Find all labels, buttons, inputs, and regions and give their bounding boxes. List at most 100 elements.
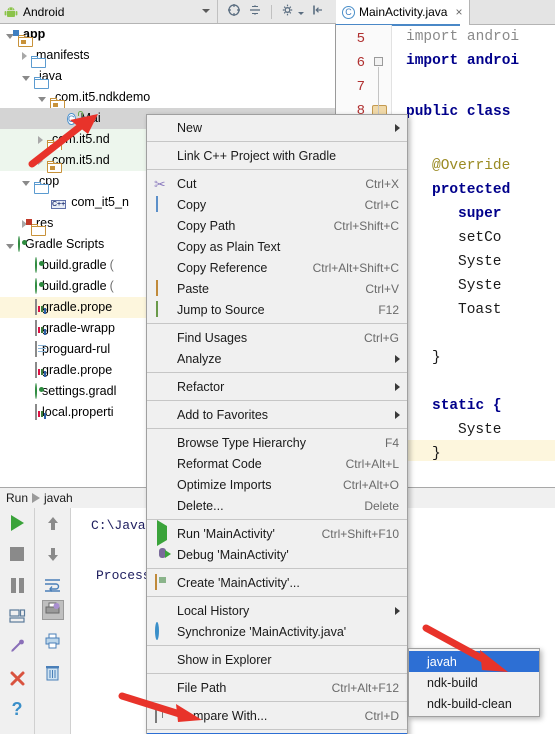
tree-twisty-open-icon[interactable] — [22, 75, 30, 81]
menu-separator — [147, 372, 407, 373]
run-left-toolbar: ? — [0, 508, 35, 734]
pause-icon[interactable] — [6, 575, 28, 595]
menu-item[interactable]: File Path Ctrl+Alt+F12 — [147, 677, 407, 698]
java-class-icon: C — [342, 5, 355, 19]
chevron-down-icon[interactable] — [202, 9, 210, 13]
menu-item-label: Copy — [177, 197, 207, 212]
menu-item[interactable]: Link C++ Project with Gradle — [147, 145, 407, 166]
menu-item[interactable]: Copy as Plain Text — [147, 236, 407, 257]
menu-item-shortcut: Delete — [364, 498, 399, 513]
tree-item-icon: C — [67, 108, 85, 129]
tree-item-label: com_it5_n — [71, 195, 129, 209]
menu-item[interactable]: Find Usages Ctrl+G — [147, 327, 407, 348]
tree-twisty-open-icon[interactable] — [22, 180, 30, 186]
print-icon[interactable] — [41, 600, 64, 620]
menu-item[interactable]: Copy Path Ctrl+Shift+C — [147, 215, 407, 236]
tree-twisty-closed-icon[interactable] — [38, 156, 43, 165]
wrap-text-icon[interactable] — [6, 606, 28, 626]
tree-item[interactable]: com.it5.ndkdemo — [0, 87, 335, 110]
submenu-item[interactable]: ndk-build-clean — [409, 693, 539, 714]
run-icon[interactable] — [6, 513, 28, 533]
menu-item[interactable]: Paste Ctrl+V — [147, 278, 407, 299]
menu-item[interactable]: Local History — [147, 600, 407, 621]
sync-icon — [154, 622, 170, 640]
scroll-down-icon[interactable] — [42, 544, 64, 564]
menu-item-shortcut: Ctrl+Alt+L — [345, 456, 399, 471]
menu-item[interactable]: Jump to Source F12 — [147, 299, 407, 320]
tree-item-label: Gradle Scripts — [25, 237, 105, 251]
project-toolbar: Android — [0, 0, 336, 24]
project-view-selector[interactable]: Android — [0, 0, 218, 23]
run-config-icon — [32, 493, 41, 503]
menu-item[interactable]: Copy Ctrl+C — [147, 194, 407, 215]
menu-item[interactable]: Synchronize 'MainActivity.java' — [147, 621, 407, 642]
tree-item-suffix: ( — [109, 279, 114, 293]
trash-icon[interactable] — [42, 662, 64, 682]
menu-item[interactable]: Refactor — [147, 376, 407, 397]
fold-marker-icon[interactable] — [374, 57, 383, 66]
code-line: setCo — [458, 230, 502, 246]
tab-mainactivity-java[interactable]: C MainActivity.java × — [336, 0, 470, 25]
tree-twisty-closed-icon[interactable] — [38, 135, 43, 144]
tree-item-icon — [35, 255, 37, 276]
code-line: } — [432, 350, 441, 366]
menu-item[interactable]: Create 'MainActivity'... — [147, 572, 407, 593]
line-number: 5 — [356, 31, 365, 47]
target-icon[interactable] — [227, 3, 241, 20]
paste-icon — [154, 280, 170, 297]
tree-item[interactable]: manifests — [0, 45, 335, 68]
tree-twisty-open-icon[interactable] — [38, 96, 46, 102]
menu-item-label: File Path — [177, 680, 227, 695]
submenu-item[interactable]: javah — [409, 651, 539, 672]
menu-separator — [147, 400, 407, 401]
tree-twisty-closed-icon[interactable] — [22, 51, 27, 60]
scroll-up-icon[interactable] — [42, 513, 64, 533]
soft-wrap-icon[interactable] — [42, 575, 64, 595]
menu-item[interactable]: Optimize Imports Ctrl+Alt+O — [147, 474, 407, 495]
tree-item-label: local.properti — [42, 405, 114, 419]
tree-item-icon — [35, 276, 37, 297]
run-second-toolbar — [35, 508, 71, 734]
gear-icon[interactable] — [281, 3, 305, 20]
menu-item[interactable]: Delete... Delete — [147, 495, 407, 516]
menu-item[interactable]: Debug 'MainActivity' — [147, 544, 407, 565]
tree-twisty-open-icon[interactable] — [6, 243, 14, 249]
submenu-item[interactable]: ndk-build — [409, 672, 539, 693]
menu-item-label: Analyze — [177, 351, 222, 366]
external-tools-submenu[interactable]: javah ndk-build ndk-build-clean — [408, 648, 540, 717]
menu-item[interactable]: Reformat Code Ctrl+Alt+L — [147, 453, 407, 474]
tree-item-icon — [35, 318, 37, 339]
tree-item-icon — [35, 402, 37, 423]
menu-item[interactable]: Compare With... Ctrl+D — [147, 705, 407, 726]
tree-item-label: settings.gradl — [42, 384, 117, 398]
menu-item[interactable]: Analyze — [147, 348, 407, 369]
collapse-all-icon[interactable] — [248, 3, 262, 20]
help-icon[interactable]: ? — [6, 699, 28, 719]
menu-item[interactable]: Browse Type Hierarchy F4 — [147, 432, 407, 453]
submenu-arrow-icon — [395, 607, 400, 615]
close-icon[interactable]: × — [455, 5, 462, 19]
menu-item[interactable]: Add to Favorites — [147, 404, 407, 425]
tree-item[interactable]: app — [0, 24, 335, 47]
tree-item-icon: C++ — [51, 192, 67, 213]
menu-item[interactable]: Show in Explorer — [147, 649, 407, 670]
text-file-icon — [35, 341, 37, 357]
menu-separator — [147, 701, 407, 702]
close-icon[interactable] — [6, 668, 28, 688]
menu-item[interactable]: Run 'MainActivity' Ctrl+Shift+F10 — [147, 520, 407, 546]
stop-icon[interactable] — [6, 544, 28, 564]
hide-panel-icon[interactable] — [311, 3, 325, 20]
menu-item[interactable]: New — [147, 117, 407, 138]
menu-separator — [147, 169, 407, 170]
menu-item[interactable]: Copy Reference Ctrl+Alt+Shift+C — [147, 257, 407, 278]
submenu-item-label: javah — [427, 654, 457, 669]
properties-file-icon — [35, 320, 37, 336]
code-viewport[interactable]: import androi import androi public class @O… — [392, 25, 555, 487]
print-alt-icon[interactable] — [42, 631, 64, 651]
tree-item[interactable]: java — [0, 66, 335, 89]
rerun-icon[interactable] — [6, 637, 28, 657]
menu-item[interactable]: ✂ Cut Ctrl+X — [147, 173, 407, 194]
run-window-label: Run — [6, 491, 29, 505]
tree-item-icon — [18, 234, 20, 255]
context-menu[interactable]: New Link C++ Project with Gradle ✂ Cut Ctrl+… — [146, 114, 408, 734]
